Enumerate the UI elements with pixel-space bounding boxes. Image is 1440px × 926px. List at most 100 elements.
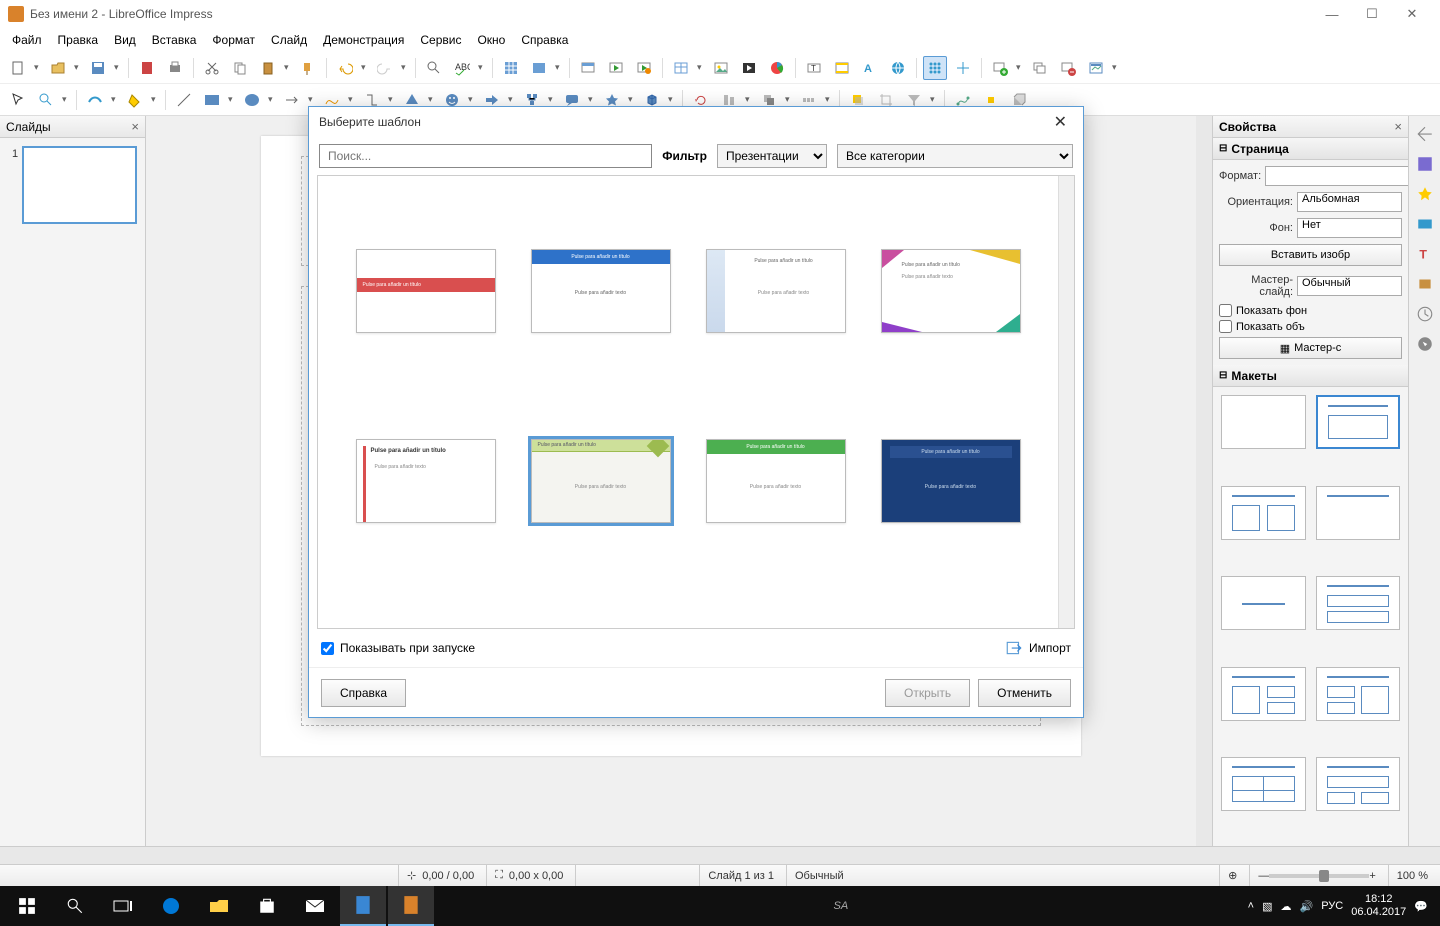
format-field[interactable] <box>1265 166 1417 186</box>
ellipse-tool-icon[interactable] <box>240 88 264 112</box>
tray-network-icon[interactable]: ▧ <box>1262 900 1272 913</box>
fit-page-icon[interactable]: ⊕ <box>1219 865 1245 886</box>
layout-4box-b[interactable] <box>1316 757 1401 811</box>
styles-tab-icon[interactable] <box>1413 272 1437 296</box>
template-item[interactable]: Pulse para añadir un título Pulse para a… <box>706 439 846 523</box>
delete-slide-icon[interactable] <box>1056 56 1080 80</box>
template-item[interactable]: Pulse para añadir un título Pulse para a… <box>531 249 671 333</box>
horizontal-scrollbar[interactable] <box>0 846 1440 864</box>
close-button[interactable]: ✕ <box>1392 0 1432 28</box>
template-scrollbar[interactable] <box>1058 176 1074 628</box>
menu-tools[interactable]: Сервис <box>412 30 469 50</box>
insert-textbox-icon[interactable]: T <box>802 56 826 80</box>
tray-chevron-icon[interactable]: ˄ <box>1248 900 1254 912</box>
menu-show[interactable]: Демонстрация <box>315 30 412 50</box>
helplines-icon[interactable] <box>951 56 975 80</box>
fill-color-icon[interactable] <box>123 88 147 112</box>
taskview-button[interactable] <box>100 886 146 926</box>
cancel-button[interactable]: Отменить <box>978 679 1071 707</box>
clone-format-icon[interactable] <box>296 56 320 80</box>
layout-two-content[interactable] <box>1316 576 1401 630</box>
print-icon[interactable] <box>163 56 187 80</box>
insert-fontwork-icon[interactable]: A <box>858 56 882 80</box>
redo-icon[interactable] <box>373 56 397 80</box>
menu-format[interactable]: Формат <box>204 30 263 50</box>
insert-table-icon[interactable] <box>669 56 693 80</box>
insert-media-icon[interactable] <box>737 56 761 80</box>
writer-icon[interactable] <box>340 886 386 926</box>
spellcheck-icon[interactable]: ABC <box>450 56 474 80</box>
tray-notifications-icon[interactable]: 💬 <box>1414 900 1428 913</box>
dialog-close-icon[interactable]: ✕ <box>1048 112 1073 132</box>
edge-icon[interactable] <box>148 886 194 926</box>
background-select[interactable]: Нет <box>1297 218 1402 238</box>
new-slide-icon[interactable] <box>988 56 1012 80</box>
slide-layout-icon[interactable] <box>1084 56 1108 80</box>
properties-close-icon[interactable]: × <box>1394 119 1402 134</box>
store-icon[interactable] <box>244 886 290 926</box>
properties-tab-icon[interactable] <box>1413 152 1437 176</box>
explorer-icon[interactable] <box>196 886 242 926</box>
new-doc-icon[interactable] <box>6 56 30 80</box>
paste-icon[interactable] <box>256 56 280 80</box>
start-show-icon[interactable] <box>604 56 628 80</box>
help-button[interactable]: Справка <box>321 679 406 707</box>
layout-centered[interactable] <box>1221 576 1306 630</box>
undo-icon[interactable] <box>333 56 357 80</box>
show-objects-checkbox[interactable] <box>1219 320 1232 333</box>
template-item[interactable]: Pulse para añadir un título <box>356 249 496 333</box>
menu-insert[interactable]: Вставка <box>144 30 205 50</box>
template-item[interactable]: Pulse para añadir un título Pulse para a… <box>706 249 846 333</box>
insert-image-button[interactable]: Вставить изобр <box>1219 244 1402 266</box>
maximize-button[interactable]: ☐ <box>1352 0 1392 28</box>
filter-category-select[interactable]: Все категории <box>837 144 1073 168</box>
display-views-icon[interactable] <box>527 56 551 80</box>
open-button[interactable]: Открыть <box>885 679 970 707</box>
animation-tab-icon[interactable] <box>1413 212 1437 236</box>
layout-title-2content[interactable] <box>1221 486 1306 540</box>
line-tool-icon[interactable] <box>172 88 196 112</box>
menu-edit[interactable]: Правка <box>50 30 107 50</box>
show-on-start-checkbox[interactable] <box>321 642 334 655</box>
master-slides-button[interactable]: ▦Мастер-с <box>1219 337 1402 359</box>
snap-grid-icon[interactable] <box>923 56 947 80</box>
master-tab-icon[interactable]: T <box>1413 242 1437 266</box>
insert-header-footer-icon[interactable] <box>830 56 854 80</box>
export-pdf-icon[interactable] <box>135 56 159 80</box>
gallery-tab-icon[interactable] <box>1413 302 1437 326</box>
search-button[interactable] <box>52 886 98 926</box>
layout-blank[interactable] <box>1221 395 1306 449</box>
tray-onedrive-icon[interactable]: ☁ <box>1281 900 1292 913</box>
minimize-button[interactable]: — <box>1312 0 1352 28</box>
start-button[interactable] <box>4 886 50 926</box>
zoom-value[interactable]: 100 % <box>1388 865 1436 886</box>
import-button[interactable]: Импорт <box>1005 639 1071 657</box>
impress-icon[interactable] <box>388 886 434 926</box>
layout-4box[interactable] <box>1221 757 1306 811</box>
slide-thumbnail[interactable]: 1 <box>22 146 137 224</box>
display-grid-icon[interactable] <box>499 56 523 80</box>
open-icon[interactable] <box>46 56 70 80</box>
tray-language[interactable]: РУС <box>1321 900 1343 912</box>
cut-icon[interactable] <box>200 56 224 80</box>
select-tool-icon[interactable] <box>6 88 30 112</box>
master-slide-select[interactable]: Обычный <box>1297 276 1402 296</box>
template-item[interactable]: Pulse para añadir un título Pulse para a… <box>881 249 1021 333</box>
tray-volume-icon[interactable]: 🔊 <box>1300 900 1314 913</box>
template-item[interactable]: Pulse para añadir un título Pulse para a… <box>881 439 1021 523</box>
orientation-select[interactable]: Альбомная <box>1297 192 1402 212</box>
menu-view[interactable]: Вид <box>106 30 144 50</box>
template-item[interactable]: Pulse para añadir un título Pulse para a… <box>356 439 496 523</box>
rect-tool-icon[interactable] <box>200 88 224 112</box>
layout-3col-b[interactable] <box>1316 667 1401 721</box>
save-icon[interactable] <box>86 56 110 80</box>
find-replace-icon[interactable] <box>422 56 446 80</box>
slides-panel-close-icon[interactable]: × <box>131 119 139 134</box>
layout-3col[interactable] <box>1221 667 1306 721</box>
vertical-scrollbar[interactable] <box>1196 116 1212 846</box>
line-color-icon[interactable] <box>83 88 107 112</box>
mail-icon[interactable] <box>292 886 338 926</box>
menu-window[interactable]: Окно <box>469 30 513 50</box>
tray-clock[interactable]: 18:12 06.04.2017 <box>1351 893 1406 919</box>
duplicate-slide-icon[interactable] <box>1028 56 1052 80</box>
